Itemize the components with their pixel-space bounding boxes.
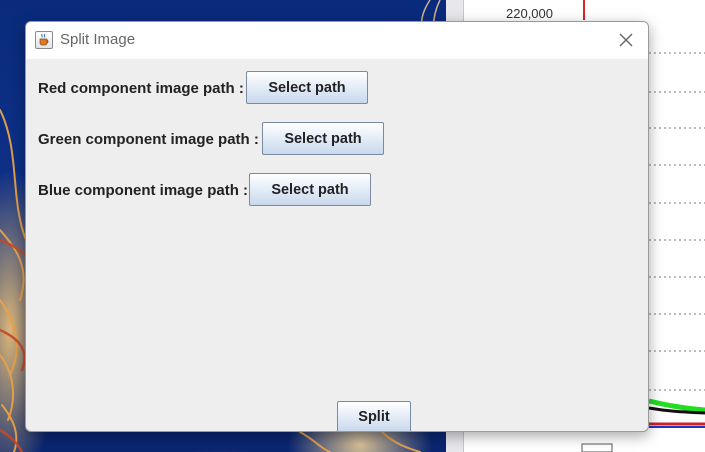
- red-path-label: Red component image path :: [38, 80, 244, 97]
- blue-select-path-button[interactable]: Select path: [249, 173, 371, 206]
- green-path-label: Green component image path :: [38, 131, 259, 148]
- close-button[interactable]: [614, 28, 638, 52]
- red-select-path-button[interactable]: Select path: [246, 71, 368, 104]
- green-select-path-button[interactable]: Select path: [262, 122, 384, 155]
- split-button[interactable]: Split: [337, 401, 411, 431]
- split-image-dialog: Split Image Red component image path : S…: [25, 21, 649, 432]
- java-cup-icon: [35, 31, 53, 49]
- window-title: Split Image: [60, 31, 136, 48]
- close-icon: [619, 33, 633, 47]
- title-bar[interactable]: Split Image: [26, 22, 648, 59]
- blue-path-label: Blue component image path :: [38, 182, 249, 199]
